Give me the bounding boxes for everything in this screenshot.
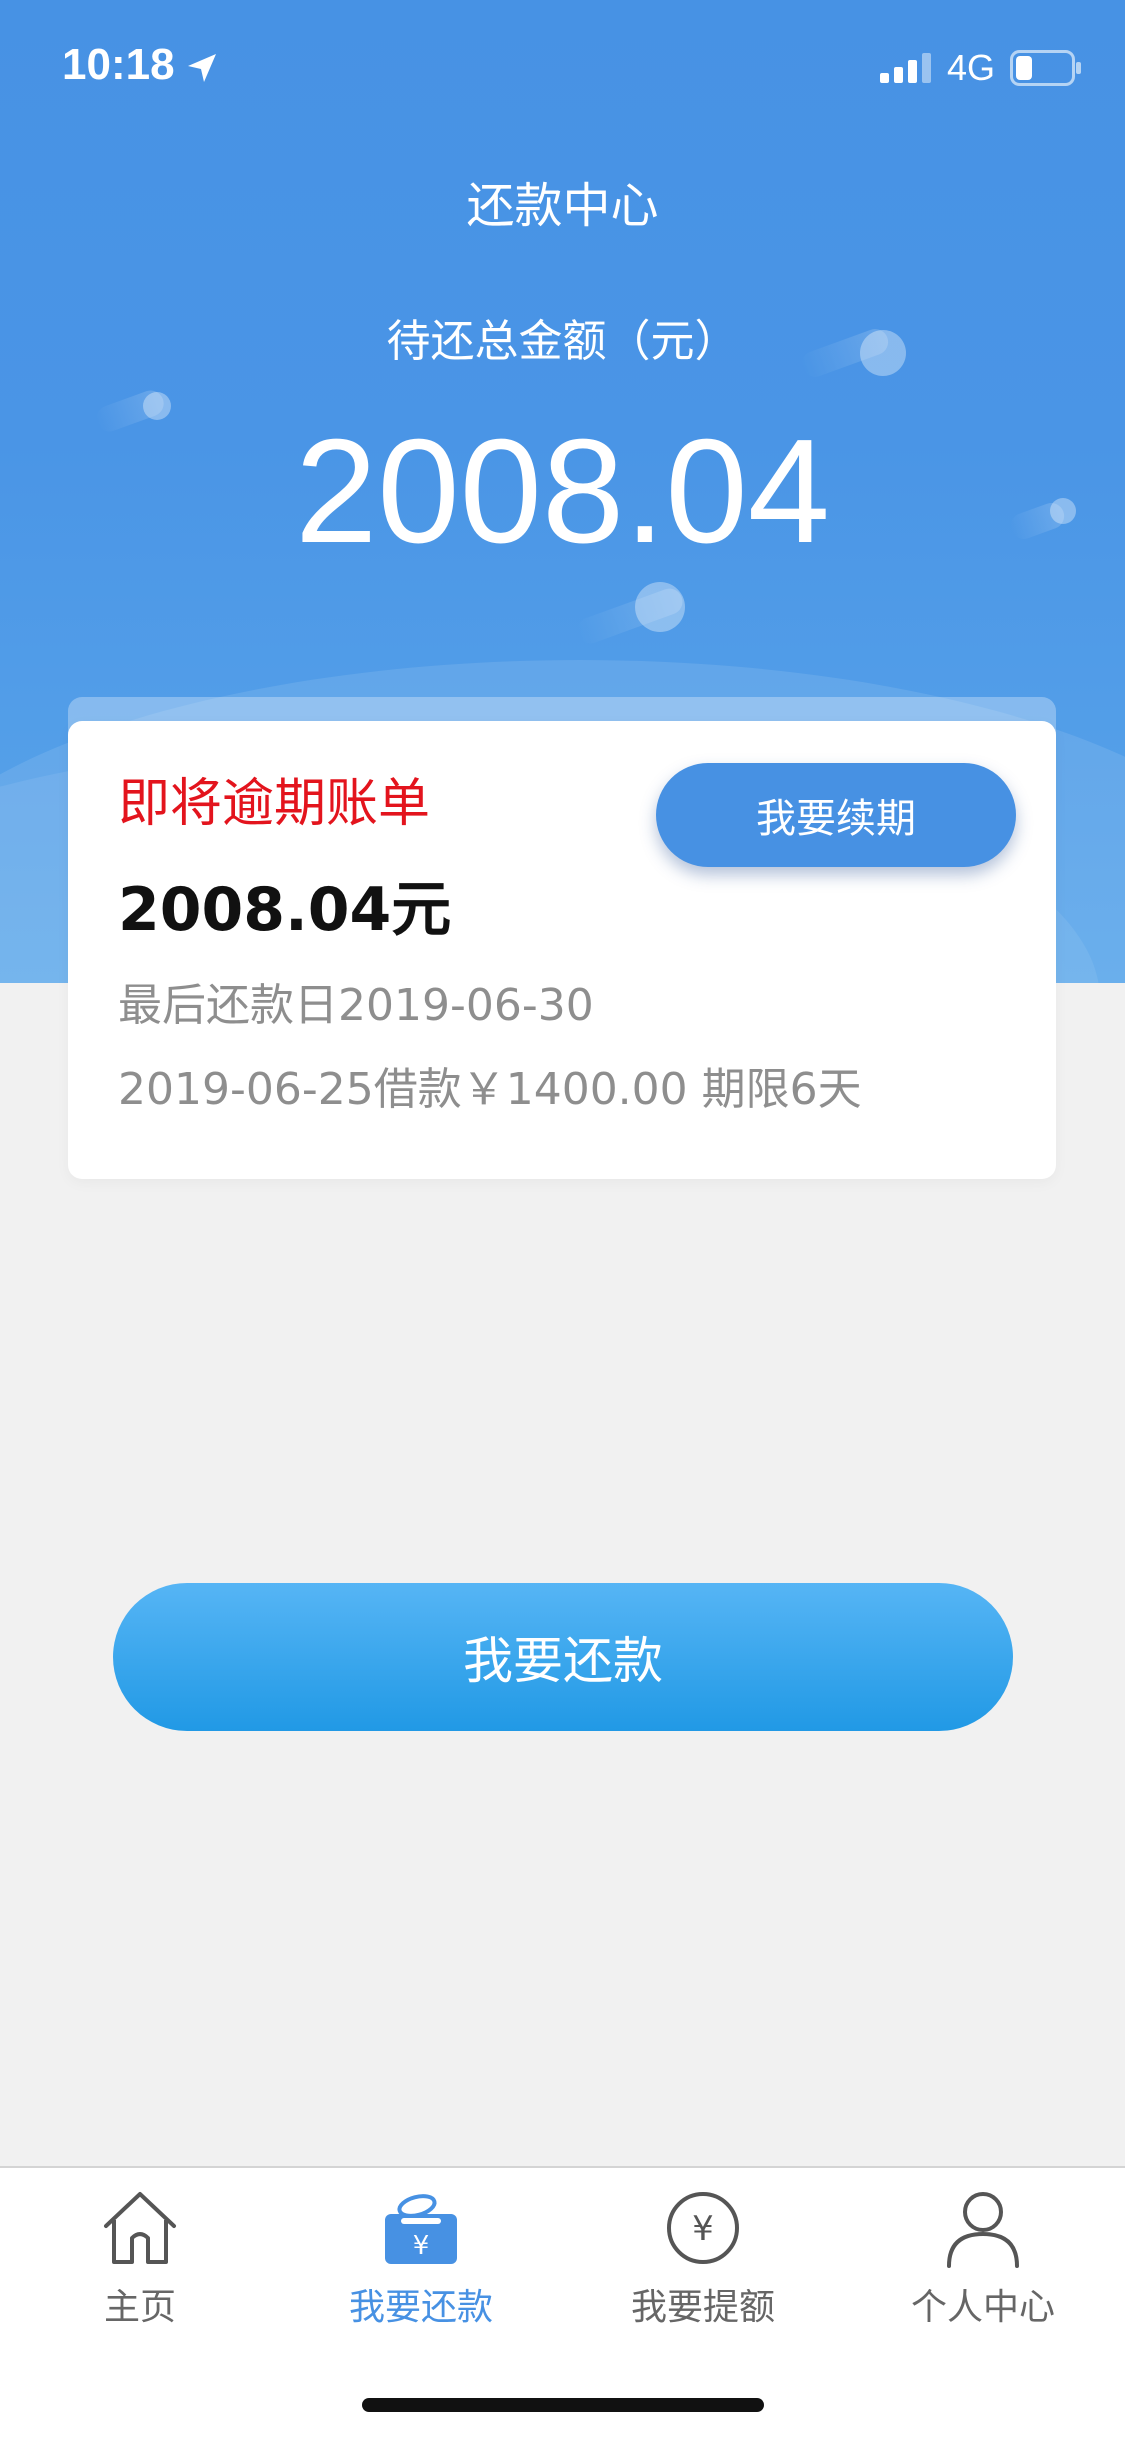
tab-home-label: 主页 (103, 2287, 176, 2328)
yuan-circle-icon: ¥ (667, 2192, 739, 2264)
total-due-amount: 2008.04 (295, 409, 830, 574)
battery-icon (1010, 50, 1081, 86)
page-title: 还款中心 (466, 178, 659, 234)
renew-button[interactable]: 我要续期 (656, 763, 1016, 867)
home-indicator[interactable] (362, 2398, 764, 2412)
repay-wallet-icon: ¥ (385, 2194, 457, 2264)
bill-amount: 2008.04元 (118, 875, 452, 945)
tab-repay[interactable]: ¥ 我要还款 (321, 2188, 521, 2338)
tab-increase-limit-label: 我要提额 (630, 2287, 775, 2328)
home-icon (104, 2192, 176, 2264)
location-arrow-icon (188, 54, 216, 82)
user-icon (947, 2192, 1019, 2268)
signal-strength-icon (880, 53, 931, 83)
repay-button[interactable]: 我要还款 (113, 1583, 1013, 1731)
tab-repay-label: 我要还款 (348, 2287, 493, 2328)
bill-card-title: 即将逾期账单 (118, 774, 431, 834)
network-type-label: 4G (947, 47, 996, 88)
tab-home[interactable]: 主页 (40, 2188, 240, 2338)
tab-profile[interactable]: 个人中心 (883, 2188, 1083, 2338)
total-due-label: 待还总金额（元） (386, 316, 739, 367)
coin-decoration (143, 392, 171, 420)
coin-decoration (635, 582, 685, 632)
due-date-text: 最后还款日2019-06-30 (118, 980, 594, 1031)
svg-text:¥: ¥ (692, 2209, 714, 2249)
loan-info-text: 2019-06-25借款￥1400.00 期限6天 (118, 1064, 862, 1115)
bill-card: 即将逾期账单 我要续期 2008.04元 最后还款日2019-06-30 201… (68, 721, 1056, 1179)
tab-increase-limit[interactable]: ¥ 我要提额 (603, 2188, 803, 2338)
svg-text:¥: ¥ (413, 2231, 430, 2261)
status-time: 10:18 (62, 40, 175, 89)
tab-profile-label: 个人中心 (910, 2287, 1055, 2328)
